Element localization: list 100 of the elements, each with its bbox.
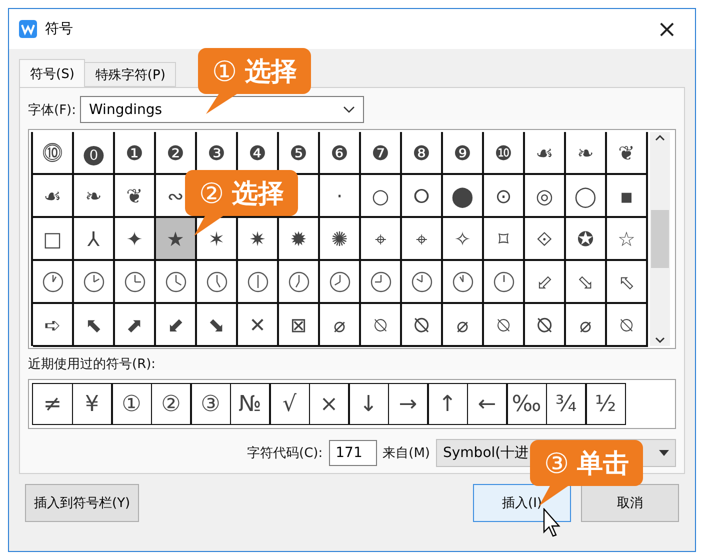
symbol-cell[interactable]: ❻ [320, 132, 361, 175]
symbol-cell[interactable] [484, 261, 525, 304]
symbol-cell[interactable]: ⌑ [484, 218, 525, 261]
recent-symbol[interactable]: ½ [585, 383, 626, 425]
symbol-glyph: ⍉ [374, 312, 386, 336]
recent-symbol[interactable]: ② [150, 383, 192, 425]
recent-symbol[interactable]: ¥ [72, 383, 112, 425]
recent-symbol[interactable]: ③ [190, 383, 231, 425]
symbol-cell[interactable]: · [320, 175, 361, 218]
symbol-cell[interactable]: ❦ [607, 132, 648, 175]
symbol-glyph: ❶ [126, 140, 144, 164]
font-select[interactable]: Wingdings [80, 96, 364, 123]
symbol-cell[interactable]: ❶ [115, 132, 156, 175]
symbol-cell[interactable]: ○ [361, 175, 402, 218]
symbol-cell[interactable]: ✪ [566, 218, 607, 261]
symbol-cell[interactable] [197, 261, 238, 304]
symbol-cell[interactable] [156, 261, 197, 304]
recent-symbol[interactable]: → [388, 383, 428, 425]
clock-icon [82, 270, 104, 292]
symbol-cell[interactable]: ⍉ [607, 304, 648, 347]
symbol-cell[interactable]: ✷ [238, 218, 279, 261]
symbol-cell[interactable]: ❦ [115, 175, 156, 218]
symbol-cell[interactable]: ⌀ [443, 304, 484, 347]
symbol-cell[interactable]: ❿ [484, 132, 525, 175]
symbol-cell[interactable]: ❧ [74, 175, 115, 218]
clock-icon [328, 270, 350, 292]
insert-button[interactable]: 插入(I) [473, 484, 571, 522]
insert-to-bar-button[interactable]: 插入到符号栏(Y) [25, 484, 140, 522]
symbol-cell[interactable]: ⍉ [361, 304, 402, 347]
symbol-cell[interactable]: ◯ [566, 175, 607, 218]
recent-symbol[interactable]: № [230, 383, 270, 425]
symbol-cell[interactable]: ⌀ [320, 304, 361, 347]
char-code-field[interactable]: 171 [328, 440, 377, 466]
recent-symbol[interactable]: ≠ [32, 383, 73, 425]
symbol-cell[interactable] [33, 261, 74, 304]
symbol-cell[interactable]: ⬁ [607, 261, 648, 304]
symbol-cell[interactable]: ⓿ [74, 132, 115, 175]
symbol-cell[interactable]: ❾ [443, 132, 484, 175]
cancel-button[interactable]: 取消 [581, 484, 679, 522]
symbol-cell[interactable]: ⟐ [525, 218, 566, 261]
symbol-cell[interactable]: ☙ [525, 132, 566, 175]
symbol-cell[interactable]: ⬤ [443, 175, 484, 218]
symbol-cell[interactable]: ❷ [156, 132, 197, 175]
symbol-cell[interactable]: ✹ [279, 218, 320, 261]
symbol-cell[interactable] [361, 261, 402, 304]
symbol-cell[interactable]: ✕ [238, 304, 279, 347]
symbol-cell[interactable]: ⬊ [197, 304, 238, 347]
symbol-cell[interactable] [74, 261, 115, 304]
symbol-cell[interactable]: ▪ [607, 175, 648, 218]
symbol-cell[interactable]: ⭘ [402, 175, 443, 218]
recent-symbol[interactable]: × [308, 383, 350, 425]
symbol-cell[interactable]: □ [33, 218, 74, 261]
symbol-cell[interactable] [320, 261, 361, 304]
symbol-glyph: ❺ [290, 140, 308, 164]
symbol-cell[interactable]: ✺ [320, 218, 361, 261]
symbol-cell[interactable]: ★ [156, 218, 197, 261]
symbol-cell[interactable]: ❼ [361, 132, 402, 175]
symbol-cell[interactable]: ⅄ [74, 218, 115, 261]
symbol-cell[interactable]: ⬈ [115, 304, 156, 347]
symbol-cell[interactable]: ⌀ [566, 304, 607, 347]
recent-symbol[interactable]: ← [466, 383, 508, 425]
recent-symbol[interactable]: √ [269, 383, 310, 425]
recent-symbol[interactable]: ① [111, 383, 152, 425]
scroll-thumb[interactable] [651, 210, 669, 268]
symbol-cell[interactable]: ✦ [115, 218, 156, 261]
symbol-glyph: ◎ [536, 184, 554, 208]
symbol-cell[interactable] [115, 261, 156, 304]
from-label: 来自(M) [382, 445, 430, 462]
symbol-cell[interactable] [402, 261, 443, 304]
symbol-cell[interactable]: ➪ [33, 304, 74, 347]
tab[interactable]: 特殊字符(P) [84, 62, 176, 87]
symbol-cell[interactable]: ❧ [566, 132, 607, 175]
symbol-cell[interactable]: ⬉ [74, 304, 115, 347]
symbol-cell[interactable]: ⦰ [402, 304, 443, 347]
recent-symbol[interactable]: ↑ [427, 383, 468, 425]
symbol-glyph: ✺ [331, 226, 348, 250]
symbol-cell[interactable] [238, 261, 279, 304]
symbol-cell[interactable]: ⍉ [484, 304, 525, 347]
tab[interactable]: 符号(S) [19, 59, 86, 87]
symbol-cell[interactable]: ⓾ [33, 132, 74, 175]
symbol-cell[interactable]: ✧ [443, 218, 484, 261]
symbol-cell[interactable]: ⊙ [484, 175, 525, 218]
symbol-cell[interactable]: ☙ [33, 175, 74, 218]
symbol-cell[interactable]: ⌖ [361, 218, 402, 261]
recent-symbol[interactable]: ‰ [506, 383, 547, 425]
symbol-cell[interactable] [279, 261, 320, 304]
recent-symbol[interactable]: ↓ [348, 383, 389, 425]
symbol-cell[interactable]: ⬂ [566, 261, 607, 304]
recent-symbol[interactable]: ¾ [546, 383, 586, 425]
symbol-cell[interactable]: ⌖ [402, 218, 443, 261]
symbol-cell[interactable]: ❽ [402, 132, 443, 175]
symbol-cell[interactable]: ◎ [525, 175, 566, 218]
symbol-cell[interactable] [443, 261, 484, 304]
symbol-cell[interactable]: ⊠ [279, 304, 320, 347]
close-button[interactable]: × [648, 15, 685, 43]
scrollbar[interactable] [650, 132, 670, 346]
symbol-cell[interactable]: ⬋ [156, 304, 197, 347]
symbol-cell[interactable]: ⬃ [525, 261, 566, 304]
symbol-cell[interactable]: ⦰ [525, 304, 566, 347]
symbol-cell[interactable]: ☆ [607, 218, 648, 261]
